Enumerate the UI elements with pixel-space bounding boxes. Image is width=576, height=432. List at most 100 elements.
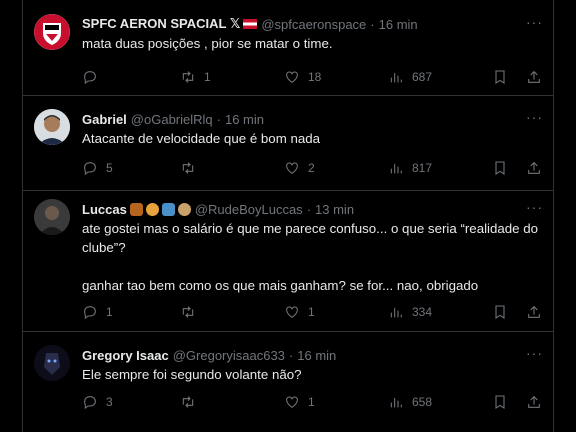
user-handle[interactable]: @oGabrielRlq (131, 112, 213, 127)
user-handle[interactable]: @RudeBoyLuccas (195, 202, 303, 217)
tweet[interactable]: Gabriel @oGabrielRlq · 16 min ··· Atacan… (23, 96, 553, 191)
view-count: 687 (412, 70, 433, 84)
separator-dot: · (370, 16, 375, 32)
timestamp[interactable]: 13 min (315, 202, 354, 217)
retweet-button[interactable] (180, 160, 204, 176)
tweet-text: Atacante de velocidade que é bom nada (82, 131, 321, 146)
tweet-text: Ele sempre foi segundo volante não? (82, 367, 302, 382)
view-count: 817 (412, 161, 433, 175)
bookmark-button[interactable] (492, 304, 508, 320)
share-button[interactable] (526, 160, 542, 176)
reply-count: 3 (106, 395, 113, 409)
avatar[interactable] (34, 14, 70, 50)
views-button[interactable]: 658 (388, 394, 432, 410)
profile-photo-icon (34, 345, 70, 381)
more-options-icon[interactable]: ··· (526, 345, 543, 361)
reply-button[interactable] (82, 69, 106, 85)
reply-count: 5 (106, 161, 113, 175)
more-options-icon[interactable]: ··· (526, 14, 543, 30)
reply-icon (84, 396, 96, 410)
share-button[interactable] (526, 304, 542, 320)
share-icon (528, 161, 540, 174)
dog-icon (177, 202, 191, 216)
views-chart-icon (390, 73, 402, 83)
retweet-button[interactable]: 1 (180, 69, 211, 85)
briefcase-icon (129, 202, 143, 216)
reply-count: 1 (106, 305, 113, 319)
profile-photo-icon (34, 199, 70, 235)
profile-photo-icon (34, 109, 70, 145)
retweet-count: 1 (204, 70, 211, 84)
reply-icon (84, 306, 96, 320)
avatar[interactable] (34, 199, 70, 235)
reply-button[interactable]: 3 (82, 394, 113, 410)
reply-button[interactable]: 1 (82, 304, 113, 320)
retweet-button[interactable] (180, 304, 204, 320)
display-name[interactable]: Gregory Isaac (82, 348, 169, 363)
bookmark-icon (495, 70, 505, 84)
retweet-icon (182, 396, 194, 408)
separator-dot: · (288, 347, 294, 363)
tweet[interactable]: SPFC AERON SPACIAL 𝕏 @spfcaeronspace · 1… (23, 0, 553, 96)
timestamp[interactable]: 16 min (379, 17, 418, 32)
share-button[interactable] (526, 394, 542, 410)
like-button[interactable]: 2 (284, 160, 315, 176)
separator-dot: · (216, 111, 221, 127)
heart-icon (286, 396, 298, 408)
views-button[interactable]: 687 (388, 69, 432, 85)
bookmark-button[interactable] (492, 394, 508, 410)
heart-icon (286, 162, 298, 174)
retweet-icon (182, 162, 194, 174)
display-name[interactable]: Gabriel (82, 112, 127, 127)
view-count: 334 (412, 305, 433, 319)
timestamp[interactable]: 16 min (225, 112, 264, 127)
bookmark-icon (495, 161, 505, 175)
timeline-feed: SPFC AERON SPACIAL 𝕏 @spfcaeronspace · 1… (22, 0, 554, 432)
flag-icon (243, 19, 258, 29)
more-options-icon[interactable]: ··· (526, 109, 543, 125)
like-count: 2 (308, 161, 315, 175)
views-chart-icon (390, 308, 402, 318)
like-button[interactable]: 1 (284, 304, 315, 320)
display-name[interactable]: SPFC AERON SPACIAL 𝕏 (82, 16, 240, 32)
reply-button[interactable]: 5 (82, 160, 113, 176)
tweet[interactable]: Luccas @RudeBoyLuccas · 13 min ··· ate g… (23, 191, 553, 332)
retweet-button[interactable] (180, 394, 204, 410)
retweet-icon (182, 306, 194, 318)
like-button[interactable]: 18 (284, 69, 321, 85)
like-button[interactable]: 1 (284, 394, 315, 410)
avatar[interactable] (34, 109, 70, 145)
avatar[interactable] (34, 345, 70, 381)
bookmark-button[interactable] (492, 69, 508, 85)
user-handle[interactable]: @Gregoryisaac633 (173, 348, 285, 363)
bookmark-icon (495, 395, 505, 409)
heart-icon (286, 306, 298, 318)
user-handle[interactable]: @spfcaeronspace (261, 17, 366, 32)
share-button[interactable] (526, 69, 542, 85)
timestamp[interactable]: 16 min (297, 348, 336, 363)
display-name[interactable]: Luccas (82, 202, 127, 217)
retweet-icon (182, 71, 194, 83)
share-icon (528, 70, 540, 83)
views-button[interactable]: 817 (388, 160, 432, 176)
share-icon (528, 395, 540, 408)
like-count: 1 (308, 395, 315, 409)
tweet-text: mata duas posições , pior se matar o tim… (82, 36, 333, 51)
like-count: 18 (308, 70, 322, 84)
tv-icon (161, 202, 175, 216)
view-count: 658 (412, 395, 433, 409)
views-chart-icon (390, 398, 402, 408)
tweet-text: ate gostei mas o salário é que me parece… (82, 221, 539, 293)
spfc-logo-icon (34, 14, 70, 50)
heart-icon (286, 71, 298, 83)
separator-dot: · (306, 201, 312, 217)
more-options-icon[interactable]: ··· (526, 199, 543, 215)
views-button[interactable]: 334 (388, 304, 432, 320)
views-chart-icon (390, 164, 402, 174)
reply-icon (84, 162, 96, 176)
bookmark-icon (495, 305, 505, 319)
tweet[interactable]: Gregory Isaac @Gregoryisaac633 · 16 min … (23, 332, 553, 432)
bookmark-button[interactable] (492, 160, 508, 176)
like-count: 1 (308, 305, 315, 319)
reply-icon (84, 71, 96, 85)
